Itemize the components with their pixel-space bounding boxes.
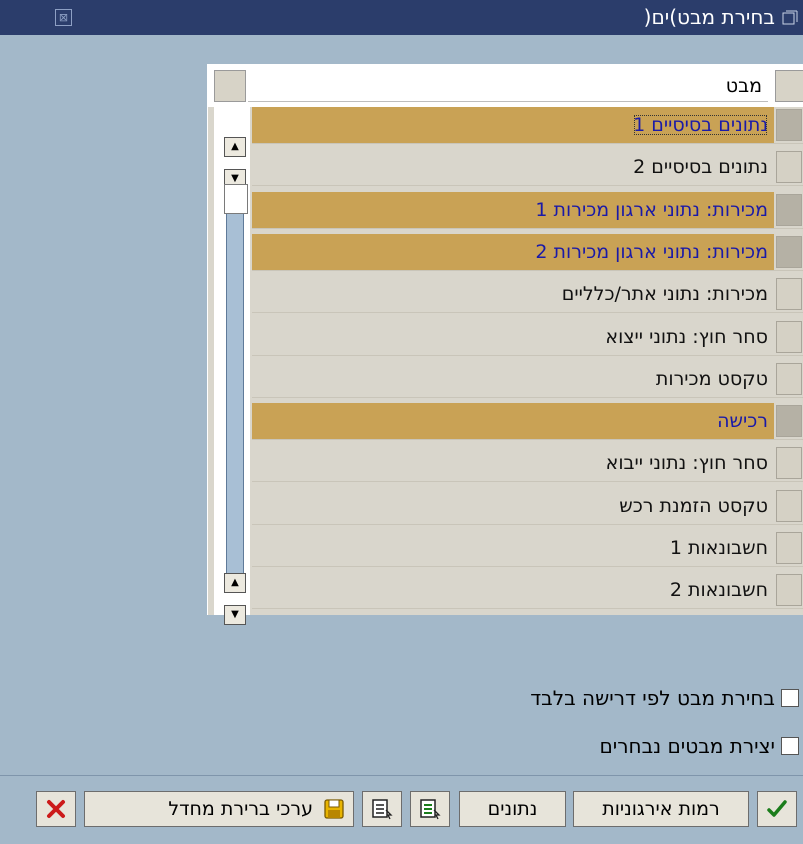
org-levels-button[interactable]: רמות אירגוניות xyxy=(573,791,749,827)
cancel-button[interactable] xyxy=(36,791,76,827)
view-cell[interactable]: נתונים בסיסיים 2 xyxy=(252,149,774,186)
view-label: מכירות: נתוני אתר/כלליים xyxy=(561,283,768,306)
view-label: טקסט מכירות xyxy=(655,367,768,390)
view-label: חשבונאות 1 xyxy=(669,537,768,559)
deselect-all-icon xyxy=(372,799,393,820)
table-rows: נתונים בסיסיים 1 נתונים בסיסיים 2 מכירות: … xyxy=(252,107,803,615)
select-all-icon xyxy=(420,799,441,820)
default-values-button[interactable]: ערכי ברירת מחדל xyxy=(84,791,354,827)
row-selector[interactable] xyxy=(776,193,802,226)
row-selector[interactable] xyxy=(776,151,802,184)
deselect-all-button[interactable] xyxy=(362,791,402,827)
scroll-line-up-button[interactable]: ▲ xyxy=(224,573,246,593)
view-cell[interactable]: מכירות: נתוני אתר/כלליים xyxy=(252,276,774,313)
checkmark-icon xyxy=(767,800,787,817)
table-row[interactable]: טקסט הזמנת רכש xyxy=(252,487,803,525)
create-selected-checkbox[interactable] xyxy=(781,737,799,755)
only-on-request-checkbox[interactable] xyxy=(781,689,799,707)
view-cell[interactable]: נתונים בסיסיים 1 xyxy=(252,107,774,143)
row-selector[interactable] xyxy=(776,278,802,311)
window-title: בחירת מבט)ים( xyxy=(643,5,775,29)
view-label: מכירות: נתוני ארגון מכירות 2 xyxy=(535,240,768,263)
row-selector[interactable] xyxy=(776,447,802,480)
row-selector[interactable] xyxy=(776,405,802,438)
view-label: טקסט הזמנת רכש xyxy=(619,494,768,517)
option-only-on-request[interactable]: בחירת מבט לפי דרישה בלבד xyxy=(399,686,799,712)
view-cell[interactable]: סחר חוץ: נתוני ייצוא xyxy=(252,318,774,355)
column-header-view[interactable]: מבט xyxy=(248,70,768,102)
view-cell[interactable]: מכירות: נתוני ארגון מכירות 1 xyxy=(252,191,774,228)
row-selector[interactable] xyxy=(776,532,802,564)
view-cell[interactable]: מכירות: נתוני ארגון מכירות 2 xyxy=(252,233,774,270)
view-cell[interactable]: סחר חוץ: נתוני ייבוא xyxy=(252,445,774,482)
only-on-request-label: בחירת מבט לפי דרישה בלבד xyxy=(530,686,775,710)
table-row[interactable]: טקסט מכירות xyxy=(252,360,803,398)
row-selector[interactable] xyxy=(776,362,802,395)
row-selector[interactable] xyxy=(776,489,802,522)
scroll-track[interactable] xyxy=(226,184,244,591)
title-bar: ⊠ בחירת מבט)ים( xyxy=(0,0,803,35)
view-label: סחר חוץ: נתוני ייצוא xyxy=(605,325,768,348)
row-selector[interactable] xyxy=(776,235,802,268)
view-cell[interactable]: רכישה xyxy=(252,403,774,440)
scroll-thumb[interactable] xyxy=(224,184,248,214)
views-table: מבט ▲ ▼ ▲ ▼ נתונים בסיסיים 1 נתונים בסיסי… xyxy=(207,64,803,625)
row-selector[interactable] xyxy=(776,109,802,141)
view-label: נתונים בסיסיים 1 xyxy=(633,114,768,136)
table-row[interactable]: רכישה xyxy=(252,403,803,441)
save-icon xyxy=(324,799,344,819)
view-cell[interactable]: טקסט הזמנת רכש xyxy=(252,487,774,524)
view-cell[interactable]: טקסט מכירות xyxy=(252,360,774,397)
view-label: חשבונאות 2 xyxy=(669,579,768,602)
view-label: נתונים בסיסיים 2 xyxy=(633,156,768,179)
scroll-page-down-button[interactable]: ▼ xyxy=(224,605,246,625)
view-cell[interactable]: חשבונאות 1 xyxy=(252,530,774,566)
vertical-scrollbar[interactable]: ▲ ▼ ▲ ▼ xyxy=(214,107,250,625)
view-label: מכירות: נתוני ארגון מכירות 1 xyxy=(535,198,768,221)
dialog-toolbar: רמות אירגוניות נתונים ערכי ברירת מחדל xyxy=(0,775,803,844)
cancel-icon xyxy=(47,800,65,818)
table-row[interactable]: חשבונאות 2 xyxy=(252,572,803,610)
view-label: רכישה xyxy=(717,410,768,433)
table-row[interactable]: חשבונאות 1 xyxy=(252,530,803,567)
select-all-rows-button[interactable] xyxy=(775,70,803,102)
row-selector[interactable] xyxy=(776,320,802,353)
default-values-label: ערכי ברירת מחדל xyxy=(168,798,313,820)
close-icon[interactable]: ⊠ xyxy=(55,9,72,26)
window-icon xyxy=(782,10,798,25)
table-row[interactable]: סחר חוץ: נתוני ייבוא xyxy=(252,445,803,483)
data-button[interactable]: נתונים xyxy=(459,791,566,827)
table-header: מבט xyxy=(208,65,803,107)
table-row[interactable]: מכירות: נתוני אתר/כלליים xyxy=(252,276,803,314)
table-settings-corner[interactable] xyxy=(214,70,246,102)
row-selector[interactable] xyxy=(776,574,802,607)
view-cell[interactable]: חשבונאות 2 xyxy=(252,572,774,609)
table-row[interactable]: מכירות: נתוני ארגון מכירות 1 xyxy=(252,191,803,229)
scroll-page-up-button[interactable]: ▲ xyxy=(224,137,246,157)
option-create-selected[interactable]: יצירת מבטים נבחרים xyxy=(399,734,799,760)
continue-button[interactable] xyxy=(757,791,797,827)
table-row[interactable]: סחר חוץ: נתוני ייצוא xyxy=(252,318,803,356)
view-label: סחר חוץ: נתוני ייבוא xyxy=(605,452,768,475)
create-selected-label: יצירת מבטים נבחרים xyxy=(599,734,776,758)
table-row[interactable]: מכירות: נתוני ארגון מכירות 2 xyxy=(252,233,803,271)
table-row[interactable]: נתונים בסיסיים 2 xyxy=(252,149,803,187)
table-row[interactable]: נתונים בסיסיים 1 xyxy=(252,107,803,144)
select-all-button[interactable] xyxy=(410,791,450,827)
